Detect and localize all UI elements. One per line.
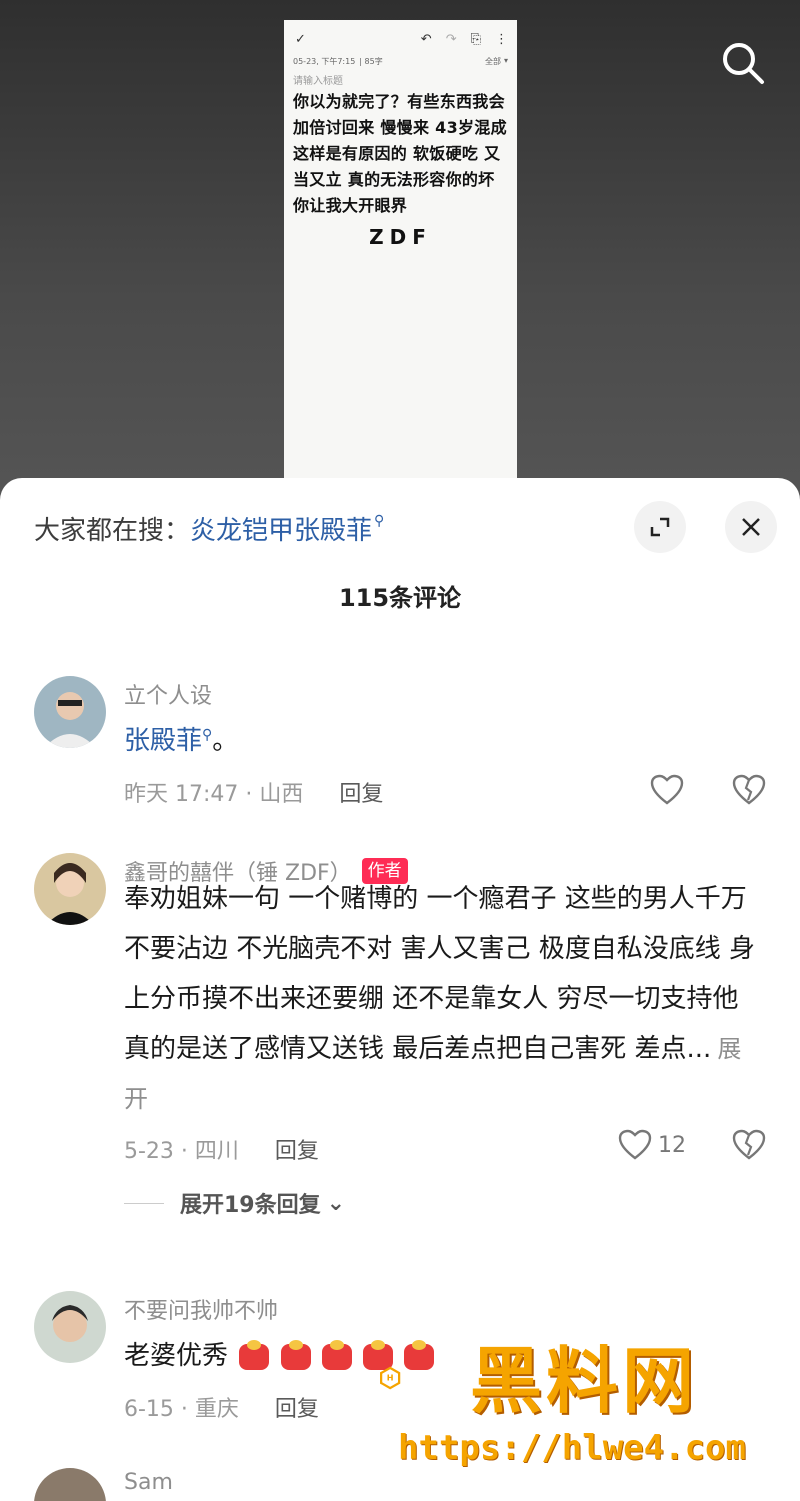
comment-meta: 昨天 17:47 · 山西 回复 <box>124 776 383 808</box>
hot-search-prefix: 大家都在搜： <box>34 516 191 546</box>
comment-text-suffix: 。 <box>212 726 239 756</box>
hot-search-link[interactable]: 炎龙铠甲张殿菲 <box>190 510 372 547</box>
note-word-count: | 85字 <box>359 57 383 66</box>
comment-username[interactable]: 立个人设 <box>124 678 212 710</box>
note-date: 05-23, 下午7:15 <box>293 57 356 66</box>
note-title-placeholder: 请输入标题 <box>293 76 343 87</box>
note-screenshot: ✓ ↶ ↷ ⎘ ⋮ 05-23, 下午7:15 | 85字 全部 ▾ 请输入标题… <box>284 20 517 490</box>
avatar[interactable] <box>34 853 106 925</box>
expand-replies-button[interactable]: 展开19条回复 ⌄ <box>124 1187 345 1219</box>
hot-search-bar[interactable]: 大家都在搜： 炎龙铠甲张殿菲 ⚲ <box>34 510 384 547</box>
comment-item: Sam <box>0 1468 800 1501</box>
close-button[interactable] <box>725 501 777 553</box>
avatar[interactable] <box>34 1291 106 1363</box>
chevron-down-icon: ⌄ <box>326 1190 346 1216</box>
comment-text-body: 奉劝姐妹一句 一个赌博的 一个瘾君子 这些的男人千万不要沾边 不光脑壳不对 害人… <box>124 884 756 1064</box>
comment-meta: 6-15 · 重庆 回复 <box>124 1391 319 1423</box>
expand-button[interactable] <box>634 501 686 553</box>
comment-item: 鑫哥的囍伴（锤 ZDF） 作者 奉劝姐妹一句 一个赌博的 一个瘾君子 这些的男人… <box>0 853 800 1243</box>
search-icon: ⚲ <box>202 727 213 743</box>
comment-meta: 5-23 · 四川 回复 <box>124 1133 319 1165</box>
watermark-brand: 黑料网 <box>470 1339 699 1423</box>
like-button[interactable]: 12 <box>618 1129 686 1161</box>
reply-button[interactable]: 回复 <box>275 1133 319 1165</box>
comment-text: 张殿菲⚲。 <box>124 716 764 770</box>
cheer-emoji-icon <box>363 1339 394 1370</box>
like-count: 12 <box>658 1132 686 1158</box>
cheer-emoji-icon <box>239 1339 270 1370</box>
expand-icon <box>650 517 670 537</box>
reply-button[interactable]: 回复 <box>275 1391 319 1423</box>
expand-replies-label: 展开19条回复 <box>180 1193 321 1218</box>
dislike-button[interactable] <box>732 774 766 810</box>
avatar[interactable] <box>34 676 106 748</box>
note-meta: 05-23, 下午7:15 | 85字 全部 ▾ <box>293 56 508 67</box>
undo-icon: ↶ <box>420 31 432 47</box>
comment-time-location: 昨天 17:47 · 山西 <box>124 782 304 807</box>
check-icon: ✓ <box>295 31 306 47</box>
comment-username[interactable]: 不要问我帅不帅 <box>124 1293 278 1325</box>
note-body: 你以为就完了？有些东西我会加倍讨回来 慢慢来 43岁混成这样是有原因的 软饭硬吃… <box>293 92 507 215</box>
note-toolbar: ✓ ↶ ↷ ⎘ ⋮ <box>293 28 508 50</box>
comment-item: 立个人设 张殿菲⚲。 昨天 17:47 · 山西 回复 <box>0 676 800 826</box>
share-icon: ⎘ <box>470 31 481 47</box>
avatar[interactable] <box>34 1468 106 1501</box>
search-icon[interactable] <box>720 40 766 86</box>
comment-count-title: 115条评论 <box>338 584 462 612</box>
comment-username[interactable]: Sam <box>124 1470 173 1495</box>
video-area[interactable]: ✓ ↶ ↷ ⎘ ⋮ 05-23, 下午7:15 | 85字 全部 ▾ 请输入标题… <box>0 0 800 500</box>
comment-text: 奉劝姐妹一句 一个赌博的 一个瘾君子 这些的男人千万不要沾边 不光脑壳不对 害人… <box>124 874 764 1124</box>
comment-link[interactable]: 张殿菲 <box>124 726 202 756</box>
cheer-emoji-icon <box>321 1339 352 1370</box>
thumbs-up-emoji-icon <box>404 1339 435 1370</box>
note-signature: ZDF <box>369 225 432 249</box>
chevron-down-icon: ▾ <box>503 56 508 65</box>
close-icon <box>742 518 760 536</box>
like-button[interactable] <box>650 774 684 806</box>
redo-icon: ↷ <box>445 31 457 47</box>
cheer-emoji-icon <box>280 1339 311 1370</box>
heart-icon <box>650 774 684 805</box>
comment-time-location: 5-23 · 四川 <box>124 1139 239 1164</box>
note-folder: 全部 <box>484 57 501 66</box>
watermark-url: https://hlwe4.com <box>398 1428 746 1468</box>
broken-heart-icon <box>732 1129 766 1160</box>
broken-heart-icon <box>732 774 766 805</box>
comment-text-body: 老婆优秀 <box>124 1341 229 1371</box>
dislike-button[interactable] <box>732 1129 766 1165</box>
reply-button[interactable]: 回复 <box>339 776 383 808</box>
search-icon: ⚲ <box>374 512 385 529</box>
divider <box>124 1202 164 1204</box>
comment-time-location: 6-15 · 重庆 <box>124 1397 239 1422</box>
heart-icon <box>618 1129 652 1160</box>
menu-icon: ⋮ <box>495 31 508 47</box>
